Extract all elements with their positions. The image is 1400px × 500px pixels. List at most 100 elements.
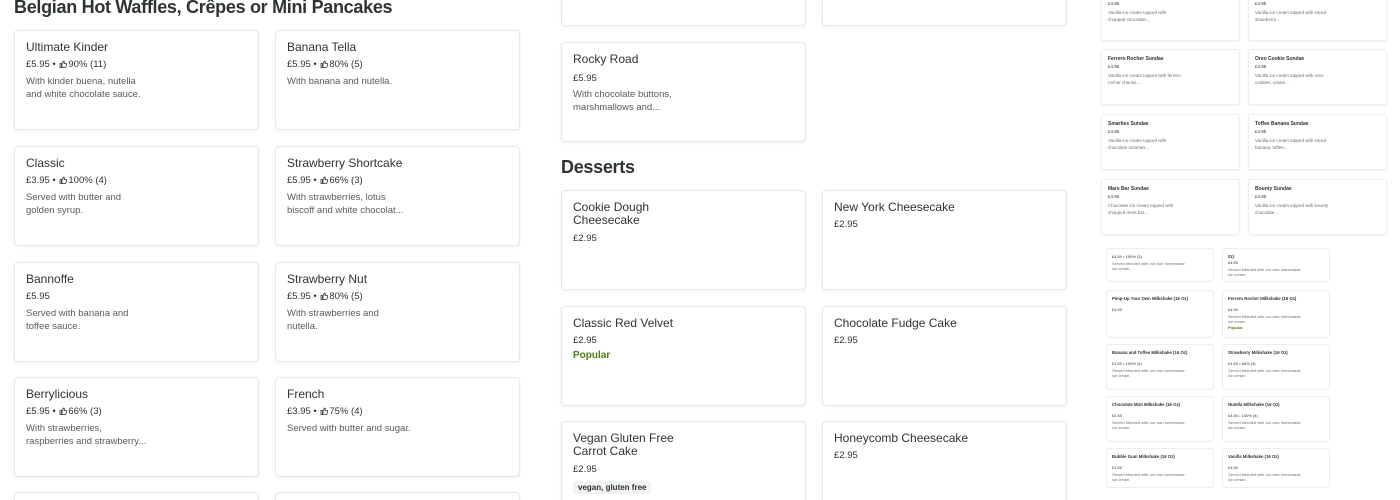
item-price: £5.95	[287, 291, 311, 302]
menu-item-card[interactable]: Strawberry Shortcake £5.95 • 66% (3) With …	[275, 146, 520, 246]
item-name: Strawberry Shortcake	[287, 156, 403, 170]
item-description: With kinder buena, nutella and white cho…	[26, 76, 141, 100]
sundae-card[interactable]: Bounty Sundae £4.95 Vanilla ice cream topp…	[1248, 179, 1387, 235]
sundae-card[interactable]: Toffee Banana Sundae £4.95 Vanilla ice cre…	[1248, 114, 1387, 170]
item-name: Strawberry Milkshake (16 Oz)	[1228, 350, 1288, 355]
item-rating: 100% (4)	[68, 175, 107, 186]
item-price: £2.95	[834, 335, 858, 346]
milkshake-card[interactable]: Chocolate Mint Milkshake (16 Oz) £4.50 Ser…	[1106, 396, 1214, 442]
dessert-card[interactable]: Honeycomb Cheesecake £2.95	[822, 421, 1067, 500]
item-price: £4.95	[1108, 194, 1120, 199]
item-description: Served blended with our own homemade ice…	[1112, 472, 1185, 482]
item-price: £4.50 • 100% (4)	[1112, 361, 1142, 366]
item-name: Pimp-Up Your Own Milkshake (16 Oz)	[1112, 296, 1189, 301]
item-price: £4.50	[1112, 413, 1123, 418]
thumbs-up-icon	[59, 407, 68, 415]
menu-item-card[interactable]: Strawberry Nut £5.95 • 80% (5) With strawb…	[275, 262, 520, 362]
item-price: £4.50	[1228, 307, 1239, 312]
item-price: £5.95	[26, 406, 50, 417]
item-price: £4.50 • 100% (4)	[1228, 413, 1258, 418]
item-name: Bounty Sundae	[1255, 186, 1292, 192]
item-description: Served with banana and toffee sauce.	[26, 308, 129, 332]
item-description: With strawberries and nutella.	[287, 308, 379, 332]
item-name: Berrylicious	[26, 387, 89, 401]
sundae-card[interactable]: £4.95 Vanilla ice cream topped with slice…	[1248, 0, 1387, 41]
item-meta: £3.95 • 100% (4)	[26, 175, 107, 186]
item-meta: £5.95 • 66% (3)	[287, 175, 363, 186]
item-name: New York Cheesecake	[834, 200, 955, 214]
dessert-card[interactable]: Classic Red Velvet £2.95 Popular	[561, 306, 806, 406]
popular-badge: Popular	[573, 350, 611, 361]
item-price: £4.95	[1255, 129, 1267, 134]
menu-item-card[interactable]: Ultimate Kinder £5.95 • 90% (11) With kind…	[14, 30, 259, 130]
milkshake-card[interactable]: Pimp-Up Your Own Milkshake (16 Oz) £4.50	[1106, 290, 1214, 338]
item-price: £5.95	[26, 59, 50, 70]
item-description: Vanilla ice cream topped with ferrero ro…	[1108, 73, 1181, 85]
item-description: Served blended with our own homemade ice…	[1228, 314, 1301, 324]
item-price: £4.50	[1112, 307, 1123, 312]
milkshake-card[interactable]: 0z) £4.50 Served blended with our own home…	[1222, 248, 1330, 282]
item-description: Vanilla ice cream topped with chopped ch…	[1108, 10, 1167, 22]
menu-item-card[interactable]: Banana Tella £5.95 • 80% (5) With banana a…	[275, 30, 520, 130]
menu-item-card[interactable]: Rocky Road £5.95 With chocolate buttons,…	[561, 42, 806, 142]
item-description: Served blended with our own homemade ice…	[1228, 368, 1301, 378]
menu-item-card-partial[interactable]	[561, 0, 806, 26]
item-description: Chocolate ice cream topped with chopped …	[1108, 203, 1174, 215]
milkshake-card[interactable]: £4.50 • 100% (3) Served blended with our …	[1106, 248, 1214, 282]
item-name: Ultimate Kinder	[26, 40, 109, 54]
item-name: Nutella Milkshake (16 Oz)	[1228, 402, 1280, 407]
dessert-card[interactable]: Cookie Dough Cheesecake £2.95	[561, 190, 806, 290]
sundae-card[interactable]: Oreo Cookie Sundae £4.95 Vanilla ice cream…	[1248, 49, 1387, 105]
item-description: Served blended with our own homemade ice…	[1112, 261, 1185, 271]
sundae-card[interactable]: Smarties Sundae £4.95 Vanilla ice cream to…	[1101, 114, 1240, 170]
item-description: Served blended with our own homemade ice…	[1112, 420, 1185, 430]
dessert-card[interactable]: New York Cheesecake £2.95	[822, 190, 1067, 290]
sundae-card[interactable]: Ferrero Rocher Sundae £4.95 Vanilla ice cr…	[1101, 49, 1240, 105]
menu-item-card-partial[interactable]	[275, 492, 520, 500]
item-meta: £5.95 • 80% (5)	[287, 291, 363, 302]
item-price: £4.95	[1108, 1, 1120, 6]
item-price: £5.95	[287, 59, 311, 70]
item-meta: £5.95	[26, 291, 50, 302]
menu-item-card[interactable]: Bannoffe £5.95 Served with banana and toff…	[14, 262, 259, 362]
milkshake-card[interactable]: Vanilla Milkshake (16 Oz) £4.50 Served ble…	[1222, 448, 1330, 488]
item-name: Bubble Gum Milkshake (16 Oz)	[1112, 454, 1175, 459]
dessert-card[interactable]: Vegan Gluten Free Carrot Cake £2.95 vegan,…	[561, 421, 806, 500]
milkshake-card[interactable]: Bubble Gum Milkshake (16 Oz) £4.50 Served …	[1106, 448, 1214, 488]
sundae-card[interactable]: Sundae£4.95Vanilla ice cream topped with…	[1101, 0, 1240, 41]
sundae-card[interactable]: Mars Bar Sundae £4.95 Chocolate ice cream …	[1101, 179, 1240, 235]
item-rating: 90% (11)	[68, 59, 107, 70]
menu-item-card[interactable]: Berrylicious £5.95 • 66% (3) With strawber…	[14, 377, 259, 477]
item-description: Served with butter and golden syrup.	[26, 192, 122, 216]
menu-item-card-partial[interactable]	[822, 0, 1067, 26]
menu-item-card[interactable]: Classic £3.95 • 100% (4) Served with butte…	[14, 146, 259, 246]
milkshake-card[interactable]: Banana and Toffee Milkshake (16 Oz) £4.50…	[1106, 344, 1214, 390]
dessert-card[interactable]: Chocolate Fudge Cake £2.95	[822, 306, 1067, 406]
item-price: £5.95	[287, 175, 311, 186]
item-name: Oreo Cookie Sundae	[1255, 56, 1305, 62]
item-name: Strawberry Nut	[287, 272, 368, 286]
section-title-waffles: Belgian Hot Waffles, Crêpes or Mini Panc…	[14, 0, 393, 17]
item-price: £4.95	[1108, 64, 1120, 69]
item-description: Vanilla ice cream topped with sliced ban…	[1255, 138, 1326, 150]
menu-item-card[interactable]: French £3.95 • 75% (4) Served with butter …	[275, 377, 520, 477]
item-rating: 80% (5)	[329, 291, 363, 302]
item-name: Chocolate Mint Milkshake (16 Oz)	[1112, 402, 1181, 407]
item-description: With strawberries, raspberries and straw…	[26, 423, 147, 447]
item-rating: 75% (4)	[329, 406, 363, 417]
item-description: Vanilla ice cream topped with bounty cho…	[1255, 203, 1328, 215]
item-description: Vanilla ice cream topped with sliced str…	[1255, 10, 1326, 22]
menu-item-card-partial[interactable]	[14, 492, 259, 500]
item-name: Vegan Gluten Free Carrot Cake	[573, 431, 674, 458]
milkshake-card[interactable]: Ferrero Rocher Milkshake (16 Oz) £4.50 Ser…	[1222, 290, 1330, 338]
item-price: £2.95	[573, 335, 597, 346]
thumbs-up-icon	[320, 176, 329, 184]
item-name: Ferrero Rocher Sundae	[1108, 56, 1164, 62]
item-name: Honeycomb Cheesecake	[834, 431, 969, 445]
milkshake-card[interactable]: Strawberry Milkshake (16 Oz) £4.50 • 66% …	[1222, 344, 1330, 390]
milkshake-card[interactable]: Nutella Milkshake (16 Oz) £4.50 • 100% (4…	[1222, 396, 1330, 442]
item-description: Served blended with our own homemade ice…	[1228, 267, 1301, 277]
thumbs-up-icon	[320, 407, 329, 415]
item-description: Vanilla ice cream topped with oreo cooki…	[1255, 73, 1324, 85]
item-price: £4.95	[1255, 194, 1267, 199]
